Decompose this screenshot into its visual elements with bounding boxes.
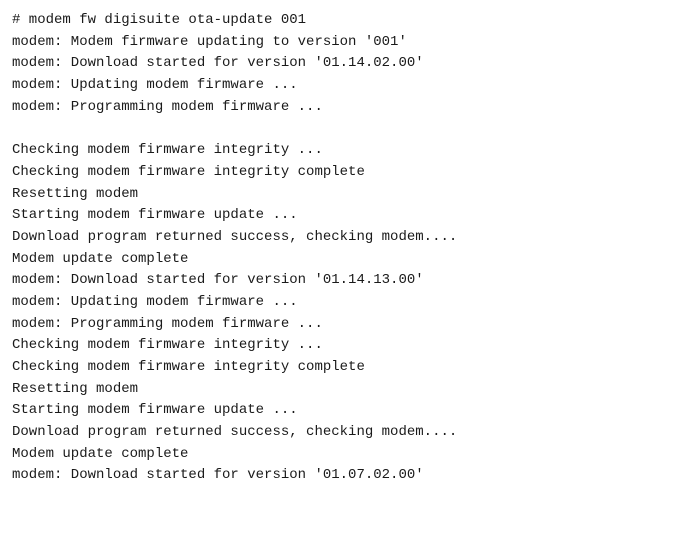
terminal-line: modem: Programming modem firmware ...	[12, 97, 688, 119]
terminal-line: Checking modem firmware integrity ...	[12, 140, 688, 162]
terminal-line: modem: Updating modem firmware ...	[12, 292, 688, 314]
terminal-line: Resetting modem	[12, 379, 688, 401]
terminal-line: Starting modem firmware update ...	[12, 205, 688, 227]
terminal-line: Download program returned success, check…	[12, 227, 688, 249]
terminal-line: modem: Updating modem firmware ...	[12, 75, 688, 97]
terminal-line: # modem fw digisuite ota-update 001	[12, 10, 688, 32]
terminal-output: # modem fw digisuite ota-update 001modem…	[0, 0, 700, 534]
terminal-line: Starting modem firmware update ...	[12, 400, 688, 422]
terminal-line: Download program returned success, check…	[12, 422, 688, 444]
terminal-line: modem: Download started for version '01.…	[12, 53, 688, 75]
terminal-line: Checking modem firmware integrity comple…	[12, 357, 688, 379]
terminal-line: Checking modem firmware integrity comple…	[12, 162, 688, 184]
terminal-line: modem: Download started for version '01.…	[12, 270, 688, 292]
terminal-line: modem: Programming modem firmware ...	[12, 314, 688, 336]
terminal-line: Resetting modem	[12, 184, 688, 206]
terminal-line: Modem update complete	[12, 249, 688, 271]
terminal-line: modem: Download started for version '01.…	[12, 465, 688, 487]
terminal-line: Checking modem firmware integrity ...	[12, 335, 688, 357]
terminal-line: modem: Modem firmware updating to versio…	[12, 32, 688, 54]
terminal-line: Modem update complete	[12, 444, 688, 466]
